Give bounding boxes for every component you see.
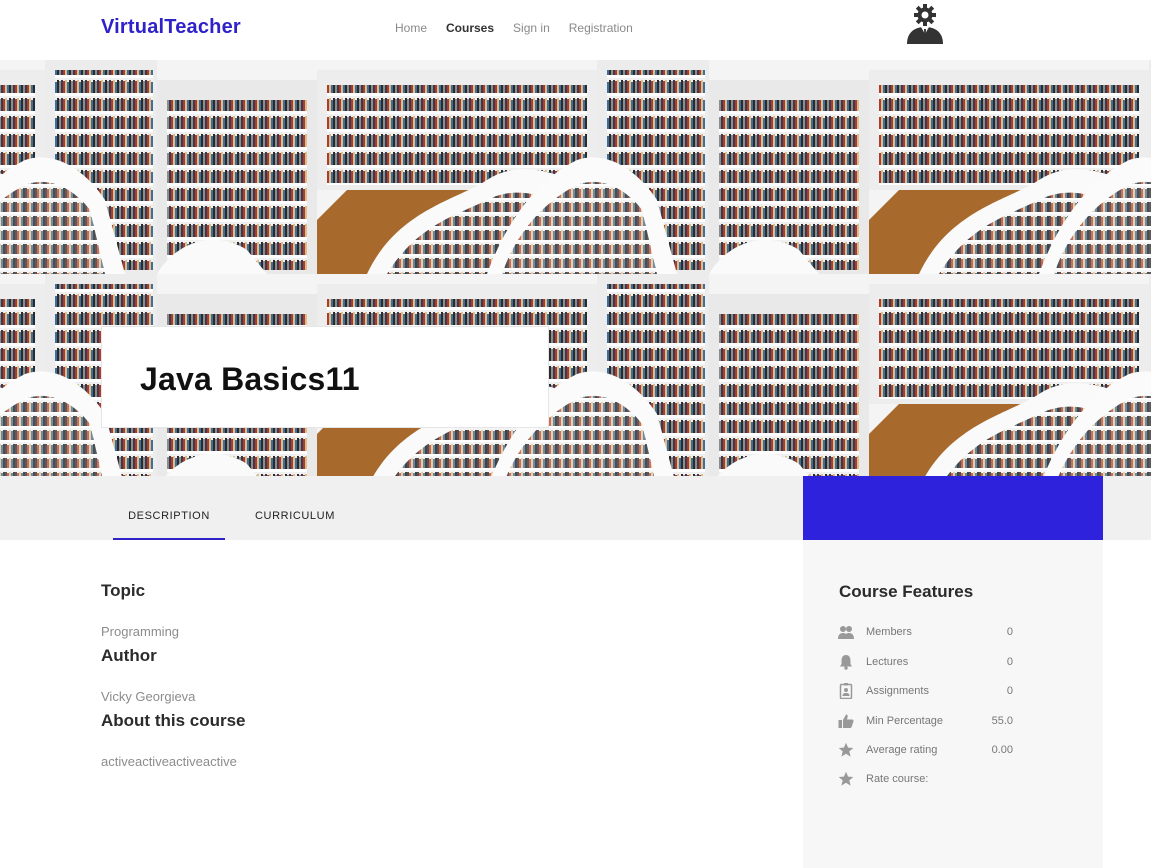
feature-row-members: Members 0 — [838, 624, 1018, 642]
feature-value: 55.0 — [991, 715, 1013, 727]
feature-value: 0 — [1006, 626, 1013, 638]
feature-label: Members — [866, 626, 912, 638]
site-logo[interactable]: VirtualTeacher — [101, 16, 241, 39]
top-nav-bar: VirtualTeacher Home Courses Sign in Regi… — [0, 0, 1151, 60]
feature-label: Assignments — [866, 685, 929, 697]
nav-home[interactable]: Home — [395, 21, 427, 35]
feature-value: 0 — [1006, 656, 1013, 668]
course-features-panel: Course Features Members 0 Lectures 0 Ass… — [803, 540, 1103, 868]
about-value: activeactiveactiveactive — [101, 754, 237, 769]
feature-row-rate-course[interactable]: Rate course: — [838, 771, 1018, 789]
main-nav: Home Courses Sign in Registration — [395, 21, 633, 35]
feature-label: Min Percentage — [866, 715, 944, 727]
nav-courses[interactable]: Courses — [446, 21, 494, 35]
user-gear-avatar-icon[interactable] — [904, 4, 946, 44]
feature-row-lectures: Lectures 0 — [838, 654, 1018, 672]
course-title: Java Basics11 — [140, 361, 360, 397]
star-icon — [838, 742, 854, 757]
members-icon — [838, 626, 854, 639]
course-title-card: Java Basics11 — [101, 326, 549, 428]
author-value: Vicky Georgieva — [101, 689, 196, 704]
topic-heading: Topic — [101, 581, 146, 600]
star-icon[interactable] — [838, 771, 854, 787]
feature-row-average-rating: Average rating 0.00 — [838, 742, 1018, 760]
hero-image-tile — [157, 60, 709, 274]
thumbs-up-icon — [838, 714, 854, 728]
nav-sign-in[interactable]: Sign in — [513, 21, 550, 35]
feature-label: Average rating — [866, 744, 938, 756]
tab-description[interactable]: DESCRIPTION — [113, 476, 225, 540]
feature-row-assignments: Assignments 0 — [838, 683, 1018, 701]
author-heading: Author — [101, 646, 157, 665]
tab-curriculum[interactable]: CURRICULUM — [245, 476, 345, 540]
nav-registration[interactable]: Registration — [569, 21, 633, 35]
course-features-title: Course Features — [839, 582, 974, 601]
feature-value: 0 — [1006, 685, 1013, 697]
feature-label: Lectures — [866, 656, 909, 668]
feature-value: 0.00 — [991, 744, 1013, 756]
hero-image-tile — [709, 274, 1151, 476]
feature-row-min-percentage: Min Percentage 55.0 — [838, 713, 1018, 731]
topic-value: Programming — [101, 624, 180, 639]
course-features-header-banner — [803, 476, 1103, 540]
badge-icon — [839, 683, 853, 699]
hero-image-tile — [709, 60, 1151, 274]
about-heading: About this course — [101, 711, 246, 730]
bell-icon — [840, 655, 852, 670]
feature-label: Rate course: — [866, 773, 929, 785]
hero-image-tile — [0, 60, 157, 274]
